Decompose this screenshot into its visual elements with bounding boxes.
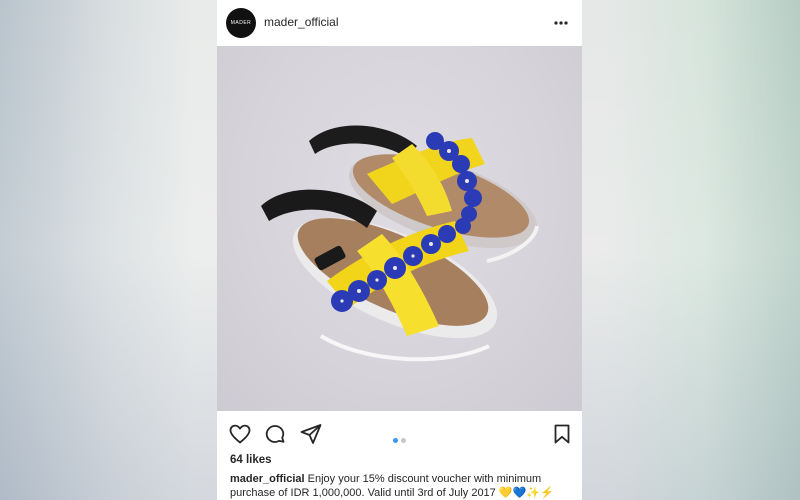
instagram-post: MADER mader_official 64 likes mader_offi… (217, 0, 582, 500)
carousel-indicator (393, 430, 409, 448)
share-icon[interactable] (299, 422, 323, 446)
avatar-logo-text: MADER (230, 20, 252, 26)
post-image[interactable] (217, 46, 582, 411)
bookmark-icon[interactable] (550, 422, 574, 446)
carousel-dot-active (393, 438, 398, 443)
post-actions (217, 411, 582, 455)
sandals-illustration (261, 125, 539, 362)
comment-icon[interactable] (263, 422, 287, 446)
post-header: MADER mader_official (217, 0, 582, 46)
caption-username[interactable]: mader_official (230, 473, 305, 485)
caption: mader_official Enjoy your 15% discount v… (230, 472, 575, 500)
carousel-dot (401, 438, 406, 443)
avatar[interactable]: MADER (226, 8, 256, 38)
likes-count[interactable]: 64 likes (230, 454, 272, 466)
more-options-icon[interactable] (550, 12, 572, 34)
username[interactable]: mader_official (264, 15, 338, 29)
heart-icon[interactable] (228, 422, 252, 446)
